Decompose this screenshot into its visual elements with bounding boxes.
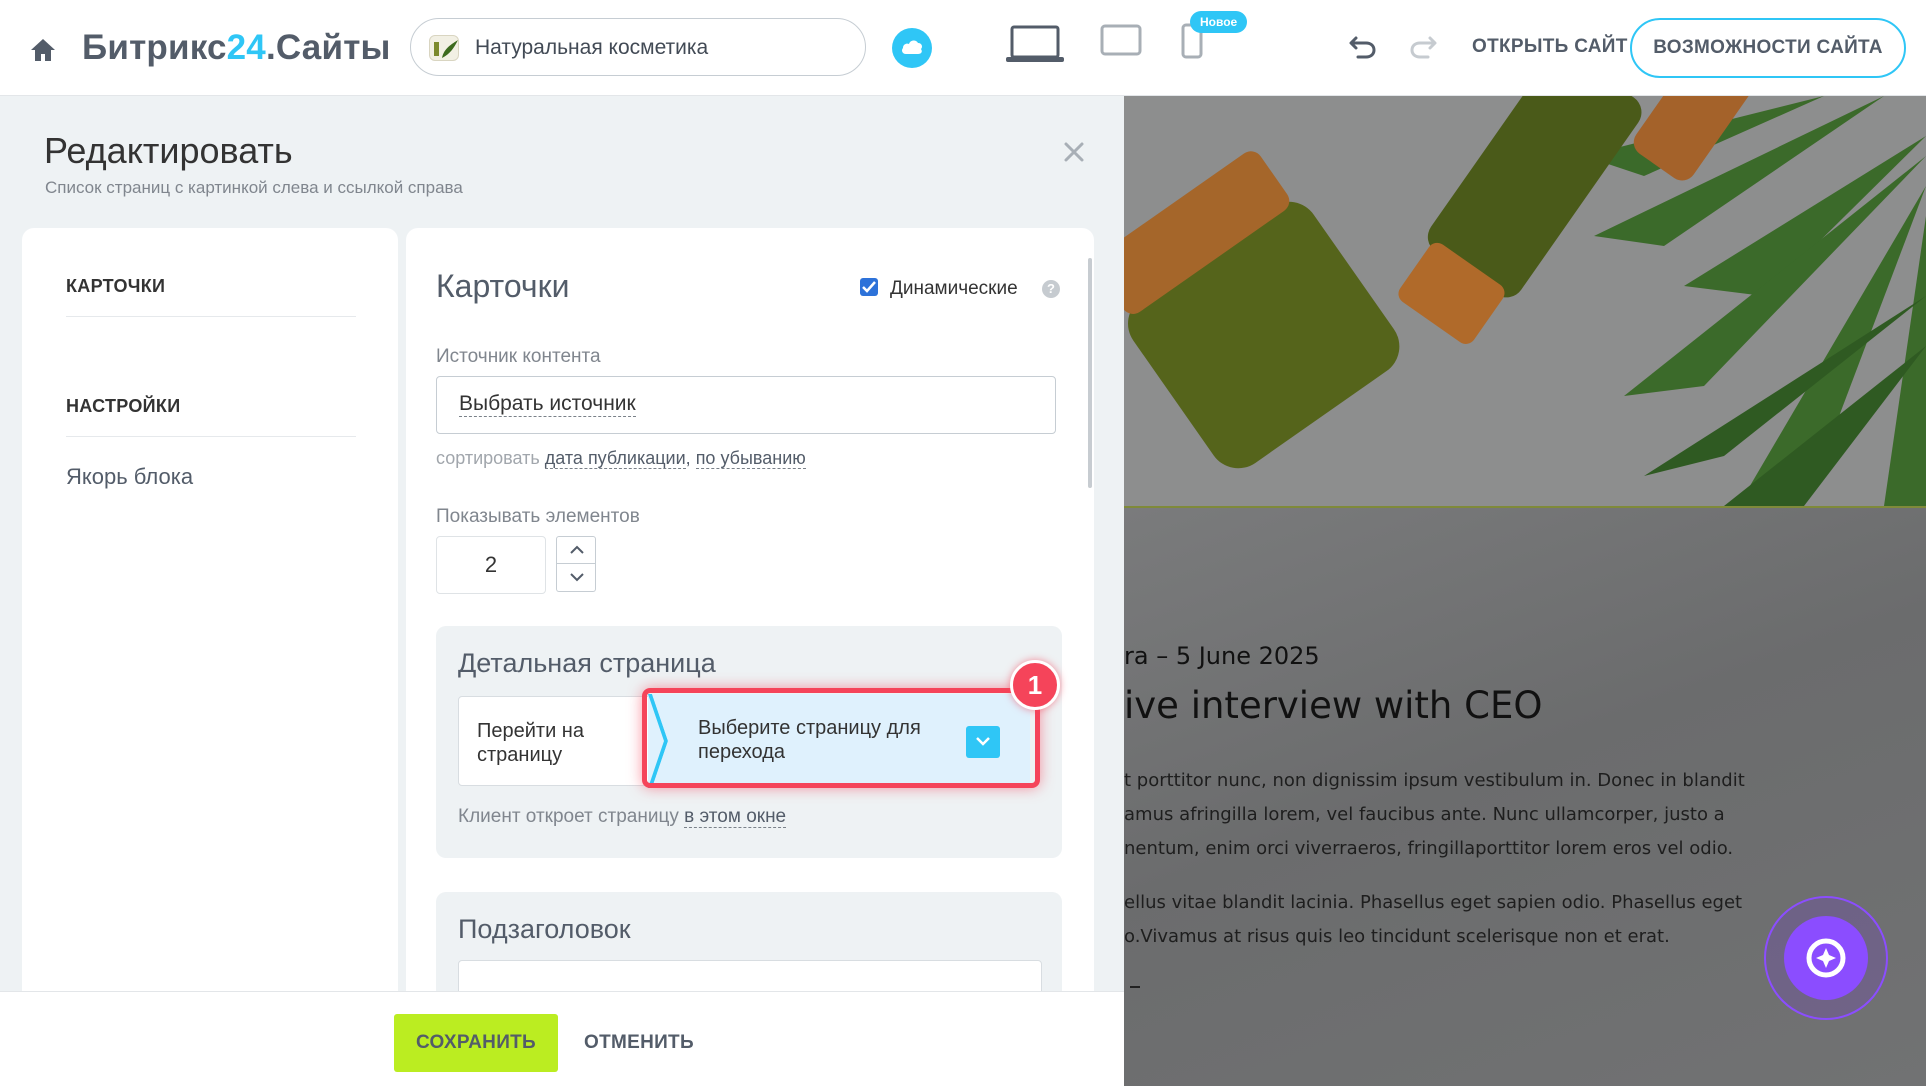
cancel-button[interactable]: ОТМЕНИТЬ <box>584 1032 694 1054</box>
count-input[interactable]: 2 <box>436 536 546 594</box>
article-text-line: ellus vitae blandit lacinia. Phasellus e… <box>1124 892 1743 913</box>
page-select-value: Выберите страницу для перехода <box>698 717 921 763</box>
article-text-line: nentum, enim orci viverraeros, fringilla… <box>1124 838 1734 859</box>
article-dash <box>1130 986 1140 988</box>
edit-panel: Редактировать Список страниц с картинкой… <box>0 96 1124 1086</box>
laptop-icon[interactable] <box>1004 24 1066 69</box>
count-label: Показывать элементов <box>436 506 640 527</box>
editor-actions: СОХРАНИТЬ ОТМЕНИТЬ <box>0 991 1124 1086</box>
help-icon[interactable]: ? <box>1042 280 1060 298</box>
source-value: Выбрать источник <box>459 392 636 417</box>
chevron-down-icon[interactable] <box>966 726 1000 758</box>
nav-divider <box>66 436 356 437</box>
source-select[interactable]: Выбрать источник <box>436 376 1056 434</box>
logo-main: Битрикс <box>82 28 227 67</box>
close-icon[interactable] <box>1060 138 1088 166</box>
goto-page-label: Перейти на страницу <box>477 720 584 766</box>
cloud-icon[interactable] <box>892 28 932 68</box>
sort-prefix: сортировать <box>436 448 540 468</box>
cards-form: Карточки Динамические ? Источник контент… <box>406 228 1094 993</box>
detail-page-title: Детальная страница <box>458 648 716 678</box>
assistant-button[interactable] <box>1764 896 1888 1020</box>
article-date: ra – 5 June 2025 <box>1124 642 1320 670</box>
article-heading: ive interview with CEO <box>1124 684 1543 727</box>
article-text-line: o.Vivamus at risus quis leo tincidunt sc… <box>1124 926 1670 947</box>
subheading-title: Подзаголовок <box>458 914 631 944</box>
client-window-link[interactable]: в этом окне <box>684 806 787 828</box>
panel-subtitle: Список страниц с картинкой слева и ссылк… <box>45 178 463 197</box>
site-name: Натуральная косметика <box>475 36 709 59</box>
save-button[interactable]: СОХРАНИТЬ <box>394 1014 558 1072</box>
section-title: Карточки <box>436 268 570 304</box>
new-badge: Новое <box>1190 11 1248 33</box>
undo-icon[interactable] <box>1348 32 1378 65</box>
nav-item-settings[interactable]: НАСТРОЙКИ <box>66 396 356 417</box>
nav-divider <box>66 316 356 317</box>
step-down-button[interactable] <box>556 564 596 592</box>
dynamic-checkbox[interactable] <box>860 278 878 296</box>
step-up-button[interactable] <box>556 536 596 564</box>
logo[interactable]: Битрикс24.Сайты <box>82 28 391 68</box>
logo-suffix: .Сайты <box>265 28 391 67</box>
top-bar: Битрикс24.Сайты Натуральная косметика Но… <box>0 0 1926 96</box>
nav-item-cards[interactable]: КАРТОЧКИ <box>66 276 356 297</box>
tablet-icon[interactable] <box>1100 24 1142 63</box>
article-text-line: t porttitor nunc, non dignissim ipsum ve… <box>1124 770 1745 791</box>
article-text-line: amus afringilla lorem, vel faucibus ante… <box>1124 804 1725 825</box>
goto-page-action[interactable]: Перейти на страницу <box>458 696 650 786</box>
panel-title: Редактировать <box>44 130 293 171</box>
site-thumbnail-icon <box>429 35 459 61</box>
sort-field-link[interactable]: дата публикации <box>544 448 686 469</box>
page-select-field: Выберите страницу для перехода <box>648 694 1030 788</box>
sort-line: сортировать дата публикации, по убыванию <box>436 448 806 469</box>
detail-page-section: Детальная страница Перейти на страницу В… <box>436 626 1062 858</box>
client-prefix: Клиент откроет страницу <box>458 806 679 827</box>
page-select[interactable]: Выберите страницу для перехода <box>648 694 1036 788</box>
editor-nav: КАРТОЧКИ НАСТРОЙКИ Якорь блока <box>22 228 398 993</box>
logo-accent: 24 <box>226 28 266 67</box>
home-icon[interactable] <box>28 36 58 64</box>
redo-icon[interactable] <box>1408 32 1438 65</box>
sort-comma: , <box>685 448 691 468</box>
sort-order-link[interactable]: по убыванию <box>695 448 806 469</box>
step-badge: 1 <box>1010 660 1060 710</box>
hero-image <box>1124 96 1926 506</box>
assistant-icon <box>1784 916 1868 1000</box>
site-selector[interactable]: Натуральная косметика <box>410 18 866 76</box>
client-window-line: Клиент откроет страницу в этом окне <box>458 806 787 828</box>
nav-item-block-anchor[interactable]: Якорь блока <box>66 464 193 490</box>
site-features-button[interactable]: ВОЗМОЖНОСТИ САЙТА <box>1630 18 1906 78</box>
subheading-section: Подзаголовок <box>436 892 1062 993</box>
open-site-link[interactable]: ОТКРЫТЬ САЙТ <box>1472 36 1628 58</box>
dynamic-label: Динамические <box>890 278 1018 299</box>
source-label: Источник контента <box>436 346 601 367</box>
subheading-input[interactable] <box>458 960 1042 993</box>
form-scrollbar[interactable] <box>1088 258 1092 488</box>
